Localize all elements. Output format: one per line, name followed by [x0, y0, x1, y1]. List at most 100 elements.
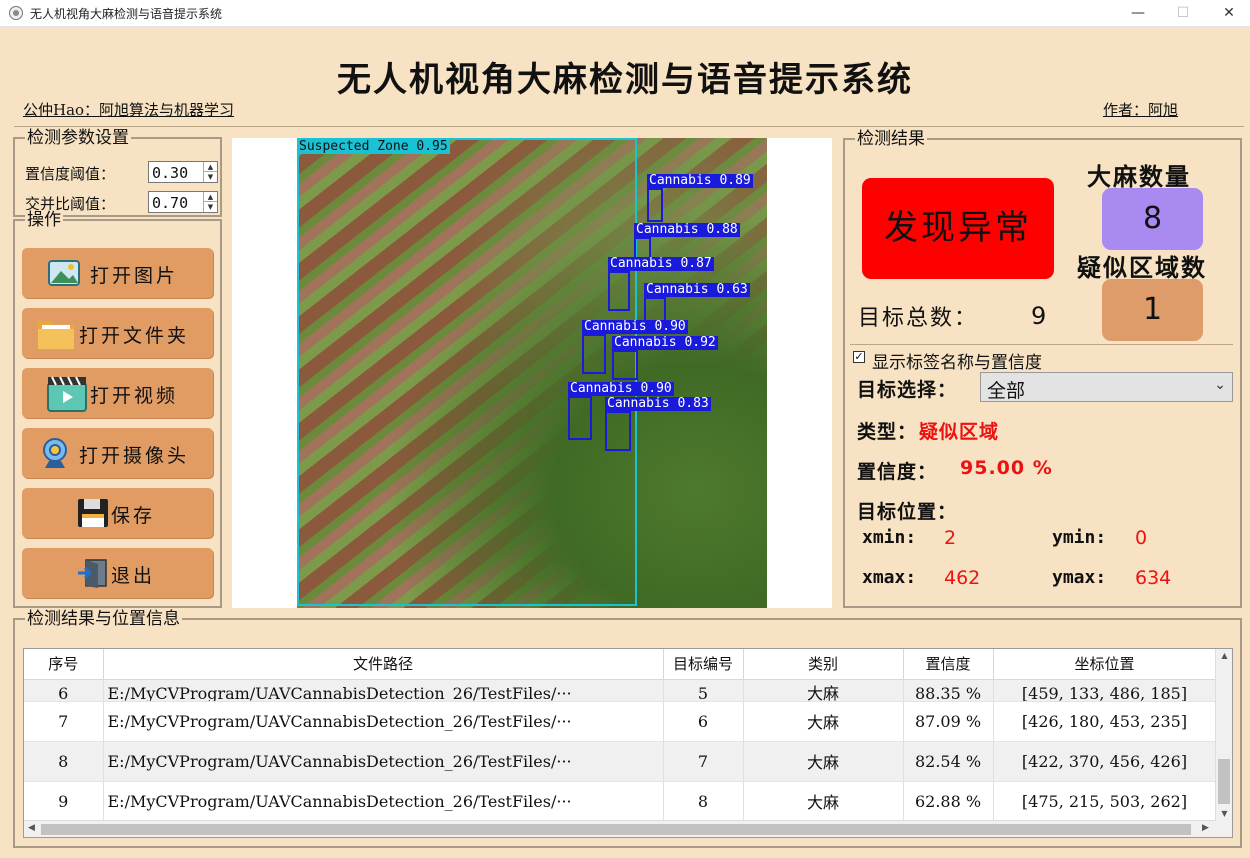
table-row[interactable]: 6 E:/MyCVProgram/UAVCannabisDetection_26… [24, 679, 1217, 702]
detection-image: Suspected Zone 0.95 Cannabis 0.89 Cannab… [297, 138, 767, 608]
minimize-button[interactable]: — [1123, 3, 1153, 23]
target-select-dropdown[interactable]: 全部 ⌄ [980, 372, 1233, 402]
open-folder-label: 打开文件夹 [79, 325, 190, 347]
confidence-label: 置信度： [857, 461, 938, 483]
cell-file-path: E:/MyCVProgram/UAVCannabisDetection_26/T… [103, 679, 664, 702]
iou-threshold-spinbox[interactable]: 0.70 ▲ ▼ [148, 191, 218, 213]
cell-confidence: 82.54 % [903, 741, 994, 782]
save-button[interactable]: 保存 [22, 488, 213, 538]
open-camera-button[interactable]: 打开摄像头 [22, 428, 213, 478]
cell-position: [459, 133, 486, 185] [993, 679, 1217, 702]
open-video-label: 打开视频 [90, 385, 179, 407]
bbox-label: Cannabis 0.89 [647, 173, 753, 188]
bbox-label: Cannabis 0.90 [568, 381, 674, 396]
cannabis-count-box: 8 [1102, 188, 1203, 250]
bbox-label: Cannabis 0.83 [605, 396, 711, 411]
header-divider [14, 126, 1244, 127]
confidence-value: 95.00 % [960, 457, 1053, 479]
xmin-label: xmin: [862, 527, 917, 548]
header-index[interactable]: 序号 [24, 649, 104, 680]
conf-spin-arrows[interactable]: ▲ ▼ [203, 162, 217, 182]
cell-position: [426, 180, 453, 235] [993, 701, 1217, 742]
type-value: 疑似区域 [919, 421, 1000, 443]
scroll-up-icon[interactable]: ▲ [1216, 651, 1232, 660]
spin-down-icon[interactable]: ▼ [204, 202, 217, 212]
open-image-button[interactable]: 打开图片 [22, 248, 213, 298]
zone-count-label: 疑似区域数 [1077, 253, 1207, 282]
position-label: 目标位置： [857, 501, 958, 523]
iou-spin-arrows[interactable]: ▲ ▼ [203, 192, 217, 212]
cell-file-path: E:/MyCVProgram/UAVCannabisDetection_26/T… [103, 701, 664, 742]
iou-threshold-value: 0.70 [152, 194, 189, 212]
app-icon [9, 6, 23, 20]
cell-confidence: 87.09 % [903, 701, 994, 742]
zone-count-box: 1 [1102, 279, 1203, 341]
cell-class: 大麻 [743, 781, 904, 822]
scroll-right-icon[interactable]: ▶ [1202, 823, 1209, 833]
table-row[interactable]: 8 E:/MyCVProgram/UAVCannabisDetection_26… [24, 741, 1217, 782]
results-table[interactable]: 序号 文件路径 目标编号 类别 置信度 坐标位置 6 E:/MyCVProgra… [23, 648, 1233, 838]
bbox-cannabis: Cannabis 0.87 [608, 257, 714, 311]
results-divider [850, 344, 1233, 345]
cell-target-id: 8 [663, 781, 744, 822]
bbox-cannabis: Cannabis 0.89 [647, 174, 753, 222]
cell-class: 大麻 [743, 679, 904, 702]
spin-up-icon[interactable]: ▲ [204, 162, 217, 172]
results-group-title: 检测结果 [855, 129, 927, 149]
bbox-label: Cannabis 0.63 [644, 282, 750, 297]
table-group-title: 检测结果与位置信息 [25, 609, 182, 629]
bbox-cannabis: Cannabis 0.83 [605, 397, 711, 451]
conf-threshold-value: 0.30 [152, 164, 189, 182]
xmax-value: 462 [944, 567, 981, 589]
exit-icon [78, 559, 107, 588]
exit-button[interactable]: 退出 [22, 548, 213, 598]
horizontal-scroll-thumb[interactable] [41, 824, 1191, 835]
header-position[interactable]: 坐标位置 [993, 649, 1217, 680]
show-label-checkbox[interactable]: ✓ [853, 351, 865, 363]
camera-icon [43, 438, 67, 468]
chevron-down-icon: ⌄ [1214, 377, 1226, 393]
target-select-label: 目标选择： [857, 379, 958, 401]
total-count-value: 9 [1031, 302, 1049, 330]
cell-target-id: 5 [663, 679, 744, 702]
bbox-label: Cannabis 0.88 [634, 222, 740, 237]
vertical-scrollbar[interactable]: ▲ ▼ [1215, 649, 1232, 837]
wechat-account-text: 公仲Hao：阿旭算法与机器学习 [23, 101, 235, 119]
params-group: 检测参数设置 置信度阈值： 0.30 ▲ ▼ 交并比阈值： 0.70 ▲ ▼ [13, 128, 222, 217]
close-button[interactable]: ✕ [1214, 3, 1244, 23]
table-header-row: 序号 文件路径 目标编号 类别 置信度 坐标位置 [24, 649, 1217, 680]
show-label-text: 显示标签名称与置信度 [872, 353, 1042, 373]
cell-index: 9 [24, 781, 104, 822]
open-video-button[interactable]: 打开视频 [22, 368, 213, 418]
bbox-cannabis: Cannabis 0.90 [568, 382, 674, 440]
xmin-value: 2 [944, 527, 957, 549]
table-row[interactable]: 7 E:/MyCVProgram/UAVCannabisDetection_26… [24, 701, 1217, 742]
author-text: 作者：阿旭 [1103, 101, 1179, 119]
open-folder-button[interactable]: 打开文件夹 [22, 308, 213, 358]
spin-down-icon[interactable]: ▼ [204, 172, 217, 182]
conf-threshold-spinbox[interactable]: 0.30 ▲ ▼ [148, 161, 218, 183]
window-title: 无人机视角大麻检测与语音提示系统 [30, 7, 223, 21]
header-file-path[interactable]: 文件路径 [103, 649, 664, 680]
save-label: 保存 [111, 505, 156, 527]
cell-target-id: 6 [663, 701, 744, 742]
horizontal-scrollbar[interactable]: ◀ ▶ [24, 820, 1216, 837]
scroll-down-icon[interactable]: ▼ [1216, 809, 1232, 818]
cannabis-count-label: 大麻数量 [1087, 162, 1191, 191]
folder-icon [38, 321, 74, 349]
header-confidence[interactable]: 置信度 [903, 649, 994, 680]
bbox-cannabis: Cannabis 0.90 [582, 320, 688, 374]
cell-position: [422, 370, 456, 426] [993, 741, 1217, 782]
image-viewer: Suspected Zone 0.95 Cannabis 0.89 Cannab… [232, 138, 832, 608]
maximize-button[interactable]: ☐ [1168, 3, 1198, 23]
scroll-left-icon[interactable]: ◀ [28, 823, 35, 833]
bbox-cannabis: Cannabis 0.92 [612, 336, 718, 380]
xmax-label: xmax: [862, 567, 917, 588]
vertical-scroll-thumb[interactable] [1218, 759, 1230, 804]
header-class[interactable]: 类别 [743, 649, 904, 680]
spin-up-icon[interactable]: ▲ [204, 192, 217, 202]
page-title: 无人机视角大麻检测与语音提示系统 [337, 60, 913, 100]
cell-index: 7 [24, 701, 104, 742]
table-row[interactable]: 9 E:/MyCVProgram/UAVCannabisDetection_26… [24, 781, 1217, 822]
header-target-id[interactable]: 目标编号 [663, 649, 744, 680]
